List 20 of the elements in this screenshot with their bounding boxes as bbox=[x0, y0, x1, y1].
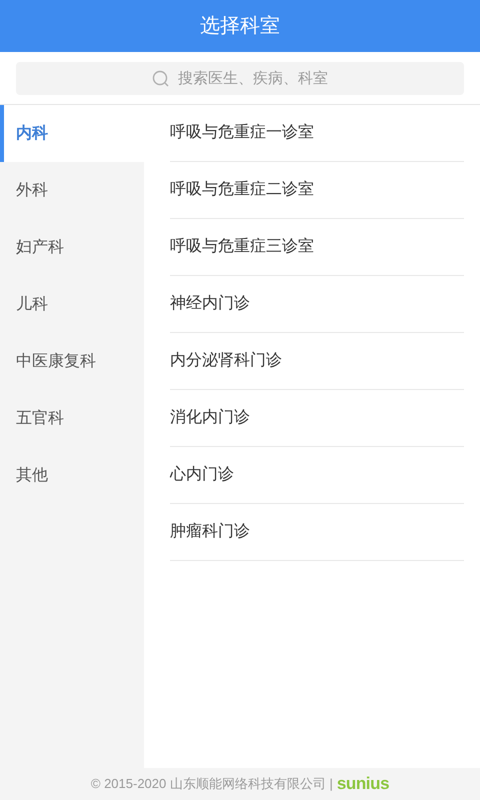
department-item[interactable]: 肿瘤科门诊 bbox=[170, 504, 464, 561]
department-item[interactable]: 内分泌肾科门诊 bbox=[170, 333, 464, 390]
department-item[interactable]: 心内门诊 bbox=[170, 447, 464, 504]
search-field[interactable]: 搜索医生、疾病、科室 bbox=[16, 62, 464, 94]
category-tab[interactable]: 内科 bbox=[0, 105, 144, 162]
department-item[interactable]: 消化内门诊 bbox=[170, 390, 464, 447]
category-tab[interactable]: 儿科 bbox=[0, 276, 144, 333]
copyright-text: © 2015-2020 山东顺能网络科技有限公司 | bbox=[90, 775, 333, 794]
company-logo: sunius bbox=[336, 773, 390, 796]
page-title: 选择科室 bbox=[200, 14, 280, 39]
department-item[interactable]: 呼吸与危重症三诊室 bbox=[170, 219, 464, 276]
category-tab[interactable]: 五官科 bbox=[0, 390, 144, 447]
department-item[interactable]: 神经内门诊 bbox=[170, 276, 464, 333]
category-tab[interactable]: 外科 bbox=[0, 162, 144, 219]
category-tab[interactable]: 妇产科 bbox=[0, 219, 144, 276]
category-tab[interactable]: 其他 bbox=[0, 447, 144, 504]
department-item[interactable]: 呼吸与危重症一诊室 bbox=[170, 105, 464, 162]
search-icon bbox=[152, 70, 170, 88]
department-item[interactable]: 呼吸与危重症二诊室 bbox=[170, 162, 464, 219]
category-tab[interactable]: 中医康复科 bbox=[0, 333, 144, 390]
